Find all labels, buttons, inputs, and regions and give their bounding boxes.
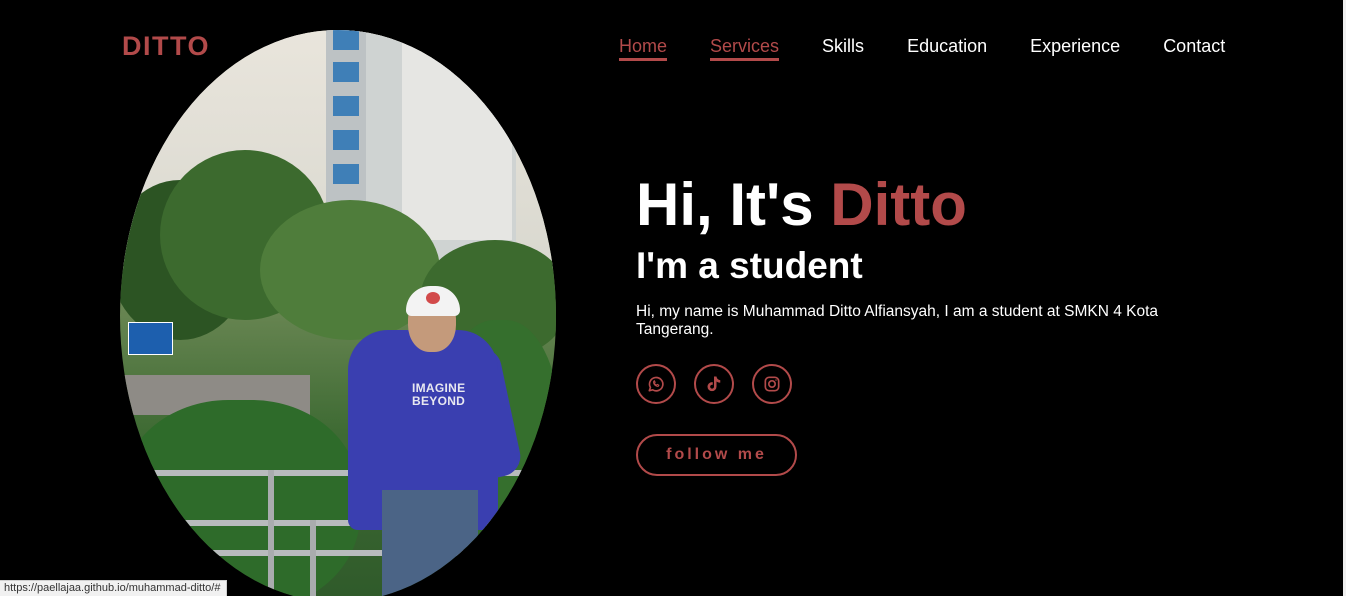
hero-greeting: Hi, It's Ditto [636, 170, 1196, 240]
nav-home[interactable]: Home [619, 36, 668, 61]
nav-experience[interactable]: Experience [1030, 36, 1120, 61]
hero-bio: Hi, my name is Muhammad Ditto Alfiansyah… [636, 303, 1159, 338]
social-links [636, 364, 792, 404]
instagram-icon [764, 376, 780, 392]
hero-section: Hi, It's Ditto I'm a student Hi, my name… [636, 170, 1196, 339]
nav-services[interactable]: Services [710, 36, 780, 61]
main-nav: Home Services Skills Education Experienc… [619, 36, 1225, 61]
follow-me-button[interactable]: follow me [636, 434, 797, 476]
greeting-prefix: Hi, It's [636, 171, 831, 238]
nav-education[interactable]: Education [907, 36, 987, 61]
tiktok-icon [707, 376, 721, 392]
site-logo[interactable]: DITTO [122, 31, 210, 62]
greeting-name: Ditto [830, 171, 967, 238]
status-bar-url: https://paellajaa.github.io/muhammad-dit… [0, 580, 228, 596]
photo-shirt-text: IMAGINE BEYOND [412, 381, 466, 408]
instagram-button[interactable] [752, 364, 792, 404]
hero-role: I'm a student [636, 245, 863, 286]
profile-photo: IMAGINE BEYOND [120, 30, 556, 596]
nav-skills[interactable]: Skills [822, 36, 864, 61]
whatsapp-button[interactable] [636, 364, 676, 404]
nav-contact[interactable]: Contact [1163, 36, 1225, 61]
whatsapp-icon [648, 376, 664, 392]
tiktok-button[interactable] [694, 364, 734, 404]
page: IMAGINE BEYOND DITTO Home Services Skill… [0, 0, 1346, 596]
